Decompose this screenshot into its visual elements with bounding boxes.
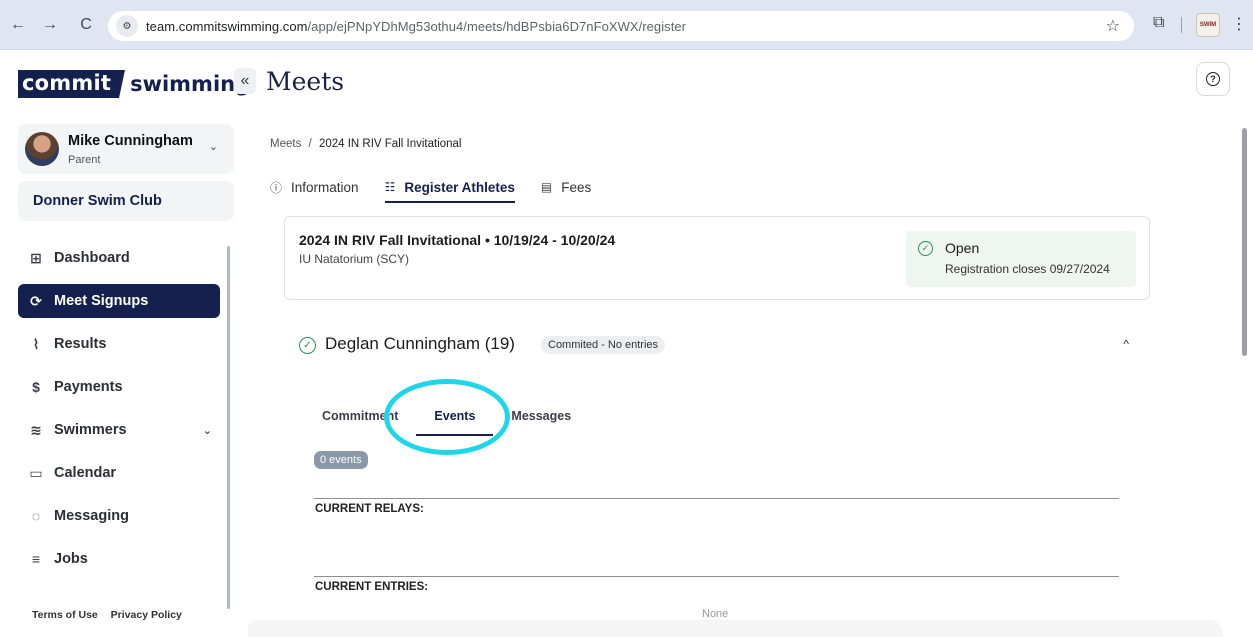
athlete-subtabs: Commitment Events Messages	[310, 404, 583, 436]
user-switcher[interactable]: Mike Cunningham Parent ⌄	[18, 124, 234, 174]
swimmer-icon: ≋	[30, 421, 42, 438]
registration-close-date: Registration closes 09/27/2024	[945, 262, 1110, 276]
breadcrumb: Meets / 2024 IN RIV Fall Invitational	[270, 138, 461, 150]
sidebar-item-results[interactable]: ⌇ Results	[18, 327, 220, 361]
meet-tabs: ⓘ Information ☷ Register Athletes ▤ Fees	[270, 175, 617, 203]
back-arrow-icon[interactable]: ←	[8, 15, 28, 35]
privacy-policy-link[interactable]: Privacy Policy	[111, 609, 182, 621]
toolbar-divider	[1181, 17, 1182, 33]
athlete-accordion-header[interactable]: ✓ Deglan Cunningham (19) Commited - No e…	[299, 333, 1139, 359]
commit-swimming-logo[interactable]: commit swimming	[18, 70, 250, 98]
footer-links: Terms of Use Privacy Policy	[32, 609, 192, 621]
sidebar-item-label: Jobs	[54, 551, 88, 567]
sidebar-item-label: Meet Signups	[54, 293, 149, 309]
events-count-badge: 0 events	[314, 451, 368, 469]
sidebar-item-label: Calendar	[54, 465, 117, 481]
bookmark-star-icon[interactable]: ☆	[1106, 16, 1120, 36]
tab-events[interactable]: Events	[416, 404, 494, 436]
avatar	[25, 132, 59, 166]
sidebar-item-messaging[interactable]: ◌ Messaging	[18, 499, 220, 533]
info-icon: ⓘ	[270, 180, 283, 195]
url-host: team.commitswimming.com	[146, 18, 308, 34]
chat-bubble-icon: ◌	[31, 508, 41, 524]
logo-word-swimming: swimming	[130, 72, 251, 96]
chevron-up-icon[interactable]: ^	[1123, 337, 1129, 351]
tab-label: Information	[291, 179, 359, 195]
site-info-icon[interactable]: ⚙	[116, 15, 138, 37]
status-label: Open	[945, 240, 980, 256]
meet-venue: IU Natatorium (SCY)	[299, 252, 410, 266]
profile-avatar[interactable]: SWIM	[1196, 13, 1220, 37]
divider	[314, 498, 1119, 499]
tab-messages[interactable]: Messages	[499, 404, 583, 436]
chart-line-icon: ⌇	[32, 335, 40, 352]
sidebar-item-payments[interactable]: $ Payments	[18, 370, 220, 404]
tab-label: Register Athletes	[404, 179, 515, 195]
registration-status: ✓ Open Registration closes 09/27/2024	[906, 231, 1136, 287]
forward-arrow-icon[interactable]: →	[40, 15, 60, 35]
user-name: Mike Cunningham	[68, 133, 193, 149]
divider	[314, 576, 1119, 577]
sidebar-item-label: Dashboard	[54, 250, 130, 266]
dollar-icon: $	[32, 379, 40, 395]
collapse-sidebar-button[interactable]: «	[234, 68, 256, 94]
page-title: Meets	[266, 67, 345, 96]
sidebar: commit swimming « Mike Cunningham Parent…	[0, 51, 256, 637]
extensions-icon[interactable]: ⧉	[1153, 14, 1164, 32]
tab-information[interactable]: ⓘ Information	[270, 175, 359, 199]
sidebar-item-meet-signups[interactable]: ⟳ Meet Signups	[18, 284, 220, 318]
double-chevron-left-icon: «	[240, 72, 250, 89]
url-text[interactable]: team.commitswimming.com/app/ejPNpYDhMg53…	[146, 19, 686, 34]
status-badge: Commited - No entries	[541, 336, 666, 354]
sidebar-item-dashboard[interactable]: ⊞ Dashboard	[18, 241, 220, 275]
reload-icon[interactable]: C	[76, 15, 96, 35]
address-bar[interactable]: ⚙ team.commitswimming.com/app/ejPNpYDhMg…	[108, 11, 1134, 41]
check-circle-icon: ✓	[918, 241, 933, 256]
breadcrumb-separator: /	[308, 138, 312, 150]
club-selector[interactable]: Donner Swim Club	[18, 181, 234, 221]
terms-of-use-link[interactable]: Terms of Use	[32, 609, 98, 621]
grid-icon: ⊞	[30, 249, 42, 266]
entries-empty-text: None	[702, 608, 729, 620]
sidebar-item-label: Messaging	[54, 508, 129, 524]
sidebar-nav: ⊞ Dashboard ⟳ Meet Signups ⌇ Results $ P…	[18, 241, 220, 585]
chevron-down-icon: ⌄	[208, 141, 218, 153]
swimmer-signup-icon: ⟳	[30, 292, 42, 309]
logo-word-commit: commit	[18, 70, 117, 98]
sidebar-item-label: Payments	[54, 379, 123, 395]
url-path: /app/ejPNpYDhMg53othu4/meets/hdBPsbia6D7…	[307, 18, 687, 34]
athlete-name: Deglan Cunningham (19)	[325, 334, 515, 353]
bottom-fade	[248, 620, 1223, 637]
calendar-icon: ▭	[29, 464, 43, 481]
sidebar-item-swimmers[interactable]: ≋ Swimmers ⌄	[18, 413, 220, 447]
document-icon: ≡	[31, 551, 41, 567]
more-menu-icon[interactable]: ⋮	[1231, 14, 1247, 34]
tab-fees[interactable]: ▤ Fees	[541, 175, 591, 199]
help-button[interactable]: ?	[1196, 62, 1230, 96]
sidebar-item-label: Results	[54, 336, 107, 352]
chevron-down-icon: ⌄	[202, 424, 212, 437]
user-role: Parent	[68, 154, 101, 166]
sidebar-item-label: Swimmers	[54, 422, 127, 438]
main-scrollbar[interactable]	[1242, 128, 1247, 356]
sidebar-item-jobs[interactable]: ≡ Jobs	[18, 542, 220, 576]
question-icon: ?	[1206, 72, 1220, 86]
meet-title: 2024 IN RIV Fall Invitational • 10/19/24…	[299, 232, 616, 248]
fees-card-icon: ▤	[540, 180, 553, 194]
current-relays-heading: CURRENT RELAYS:	[315, 503, 424, 515]
browser-toolbar: ← → C ⚙ team.commitswimming.com/app/ejPN…	[0, 0, 1253, 50]
register-list-icon: ☷	[384, 180, 396, 194]
tab-register-athletes[interactable]: ☷ Register Athletes	[384, 175, 515, 203]
tab-label: Fees	[561, 179, 592, 195]
tab-commitment[interactable]: Commitment	[310, 404, 410, 436]
breadcrumb-meets-link[interactable]: Meets	[270, 138, 301, 150]
breadcrumb-current: 2024 IN RIV Fall Invitational	[318, 138, 462, 150]
check-circle-icon: ✓	[299, 337, 316, 354]
meet-summary-card: 2024 IN RIV Fall Invitational • 10/19/24…	[284, 216, 1150, 300]
sidebar-scrollbar[interactable]	[227, 246, 230, 609]
sidebar-item-calendar[interactable]: ▭ Calendar	[18, 456, 220, 490]
current-entries-heading: CURRENT ENTRIES:	[315, 581, 429, 593]
